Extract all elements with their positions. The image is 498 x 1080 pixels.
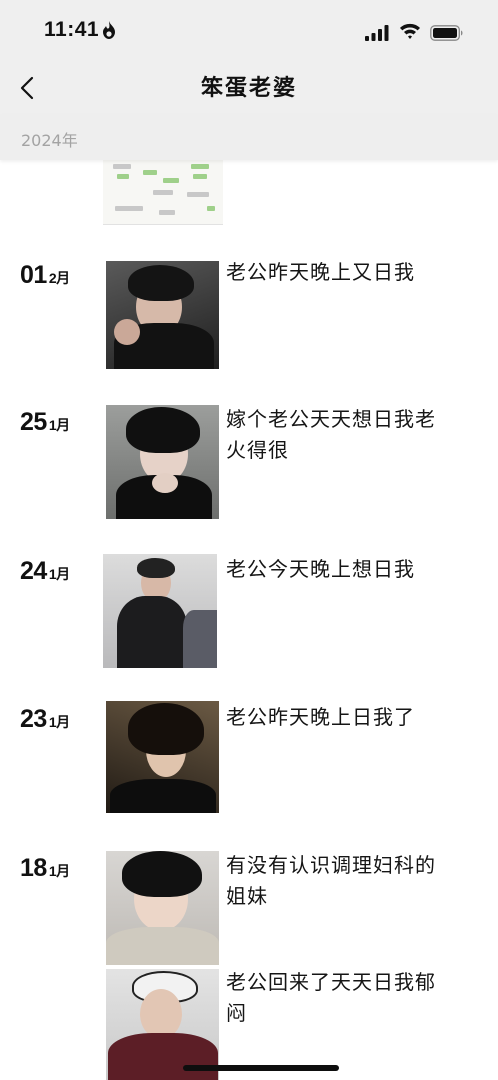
post-text[interactable]: 老公昨天晚上日我了 [226, 702, 456, 733]
status-time: 11:41 [44, 18, 100, 41]
post-date: 23 1月 [20, 705, 70, 734]
post-photo[interactable] [106, 851, 219, 965]
post-text[interactable]: 老公今天晚上想日我 [226, 554, 456, 585]
post-photo[interactable] [103, 554, 217, 668]
nav-bar: 笨蛋老婆 [0, 62, 498, 114]
post-month: 2月 [48, 270, 70, 286]
post-month: 1月 [48, 863, 70, 879]
year-header: 2024年 [0, 114, 498, 160]
post-photo[interactable] [106, 969, 219, 1080]
post-month: 1月 [48, 417, 70, 433]
post-month: 1月 [48, 714, 70, 730]
post-text[interactable]: 嫁个老公天天想日我老火得很 [226, 404, 456, 466]
post-date: 01 2月 [20, 261, 70, 290]
post-date: 18 1月 [20, 854, 70, 883]
post-photo[interactable] [106, 701, 219, 813]
post-date: 25 1月 [20, 408, 70, 437]
battery-icon [430, 25, 463, 41]
post-day: 25 [20, 408, 47, 436]
post-day: 24 [20, 557, 47, 585]
year-label: 2024年 [21, 131, 78, 150]
post-month: 1月 [48, 566, 70, 582]
post-text[interactable]: 老公昨天晚上又日我 [226, 257, 456, 288]
wifi-icon [400, 23, 420, 39]
post-date: 24 1月 [20, 557, 70, 586]
post-day: 18 [20, 854, 47, 882]
page-title: 笨蛋老婆 [200, 76, 297, 101]
post-day: 23 [20, 705, 47, 733]
flame-icon [103, 21, 115, 39]
chat-screenshot-image[interactable] [103, 160, 223, 225]
post-photo[interactable] [106, 405, 219, 519]
home-indicator[interactable] [183, 1065, 339, 1071]
post-photo[interactable] [106, 261, 219, 369]
signal-icon [365, 25, 389, 41]
moments-feed[interactable]: 01 2月 老公昨天晚上又日我 25 1月 嫁个老公天天想日我老火得很 24 1月 老… [0, 160, 498, 1080]
status-bar: 11:41 [0, 0, 498, 62]
post-text[interactable]: 有没有认识调理妇科的姐妹 [226, 850, 456, 912]
post-day: 01 [20, 261, 47, 289]
post-text[interactable]: 老公回来了天天日我郁闷 [226, 967, 456, 1029]
